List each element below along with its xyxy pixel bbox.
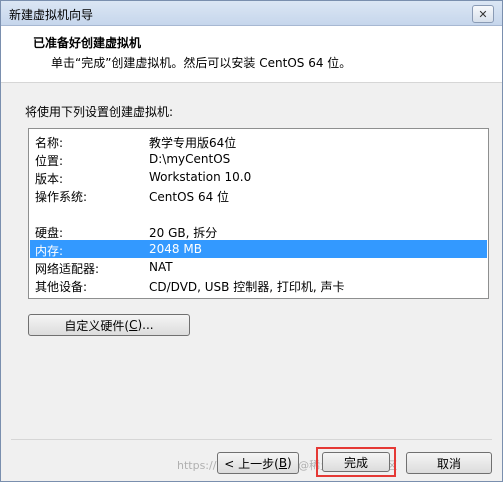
accelerator-key: B xyxy=(278,456,288,470)
page-subtitle: 单击“完成”创建虚拟机。然后可以安装 CentOS 64 位。 xyxy=(51,56,352,70)
finish-button[interactable]: 完成 xyxy=(322,452,390,472)
button-label: < 上一步( xyxy=(224,456,279,471)
wizard-window: 新建虚拟机向导 ✕ 已准备好创建虚拟机 单击“完成”创建虚拟机。然后可以安装 C… xyxy=(0,0,503,482)
row-key: 内存: xyxy=(35,244,64,258)
summary-label: 将使用下列设置创建虚拟机: xyxy=(25,105,174,119)
list-item-name[interactable]: 名称: 教学专用版64位 xyxy=(30,132,487,150)
row-value: CentOS 64 位 xyxy=(149,190,230,204)
row-value: D:\myCentOS xyxy=(149,152,231,166)
page-title: 已准备好创建虚拟机 xyxy=(33,36,142,50)
summary-list[interactable]: 名称: 教学专用版64位 位置: D:\myCentOS 版本: Worksta… xyxy=(28,128,489,299)
button-label-suffix: )... xyxy=(137,318,154,332)
back-button[interactable]: < 上一步(B) xyxy=(217,452,299,474)
customize-hardware-button[interactable]: 自定义硬件(C)... xyxy=(28,314,190,336)
row-key: 操作系统: xyxy=(35,190,88,204)
row-value: NAT xyxy=(149,260,173,274)
button-label-suffix: ) xyxy=(287,456,292,470)
row-value: 2048 MB xyxy=(149,242,202,256)
title-bar[interactable]: 新建虚拟机向导 ✕ xyxy=(1,1,502,26)
finish-button-highlight: 完成 xyxy=(316,447,396,477)
row-key: 名称: xyxy=(35,136,64,150)
cancel-button[interactable]: 取消 xyxy=(406,452,492,474)
row-key: 其他设备: xyxy=(35,280,88,294)
row-value: Workstation 10.0 xyxy=(149,170,252,184)
row-value: 教学专用版64位 xyxy=(149,136,237,150)
close-button[interactable]: ✕ xyxy=(472,5,494,23)
close-icon: ✕ xyxy=(478,7,488,21)
row-key: 硬盘: xyxy=(35,226,64,240)
list-item-other-devices[interactable]: 其他设备: CD/DVD, USB 控制器, 打印机, 声卡 xyxy=(30,276,487,294)
row-value: 20 GB, 拆分 xyxy=(149,226,218,240)
list-item-memory[interactable]: 内存: 2048 MB xyxy=(30,240,487,258)
list-item-os[interactable]: 操作系统: CentOS 64 位 xyxy=(30,186,487,204)
wizard-header: 已准备好创建虚拟机 单击“完成”创建虚拟机。然后可以安装 CentOS 64 位… xyxy=(1,26,502,83)
row-key: 网络适配器: xyxy=(35,262,100,276)
footer-divider xyxy=(11,439,492,440)
row-key: 位置: xyxy=(35,154,64,168)
list-item-network[interactable]: 网络适配器: NAT xyxy=(30,258,487,276)
list-item-version[interactable]: 版本: Workstation 10.0 xyxy=(30,168,487,186)
list-item-disk[interactable]: 硬盘: 20 GB, 拆分 xyxy=(30,222,487,240)
window-title: 新建虚拟机向导 xyxy=(9,8,94,22)
list-item-location[interactable]: 位置: D:\myCentOS xyxy=(30,150,487,168)
button-label: 自定义硬件( xyxy=(64,318,130,333)
accelerator-key: C xyxy=(129,318,138,332)
row-key: 版本: xyxy=(35,172,64,186)
row-value: CD/DVD, USB 控制器, 打印机, 声卡 xyxy=(149,280,345,294)
